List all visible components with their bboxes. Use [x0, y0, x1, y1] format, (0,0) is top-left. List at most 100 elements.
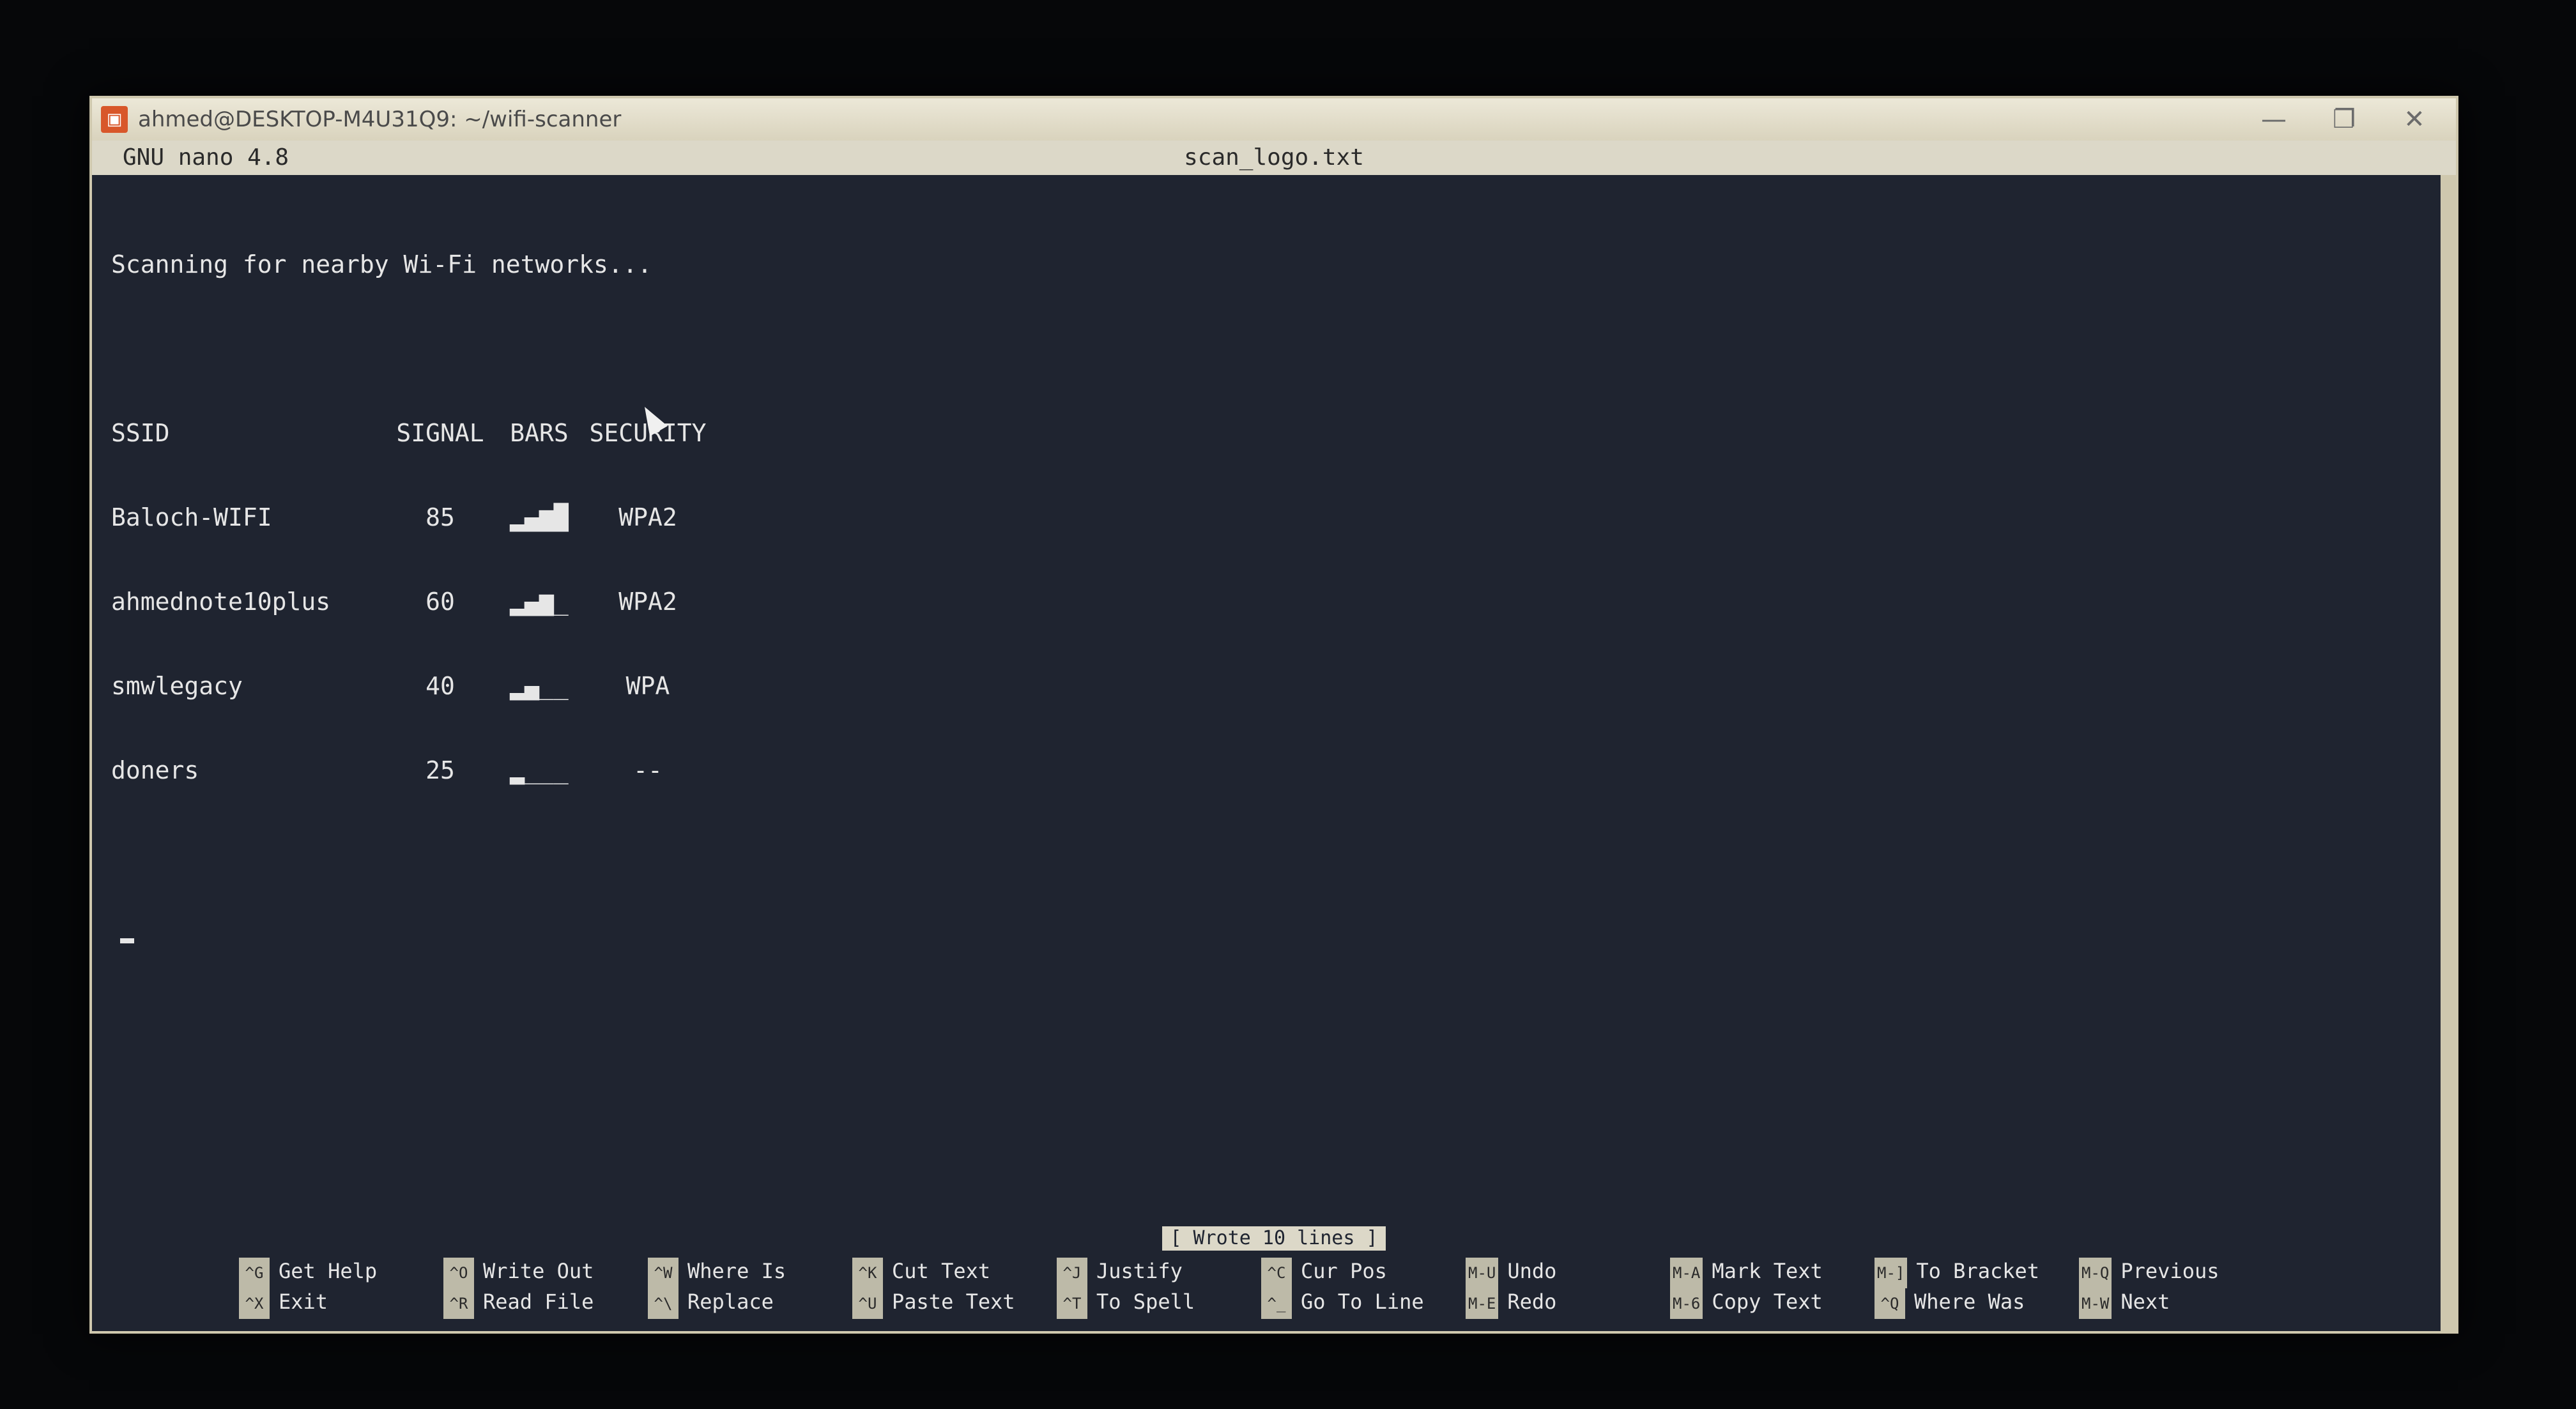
- row-bars: ▂▄▆_: [510, 588, 569, 616]
- shortcut-label: Paste Text: [892, 1290, 1015, 1314]
- shortcut-label: Mark Text: [1712, 1259, 1823, 1283]
- shortcut-column: M-A Mark Text M-6 Copy Text: [1670, 1256, 1862, 1319]
- editor-area[interactable]: Scanning for nearby Wi-Fi networks... SS…: [111, 194, 2411, 1191]
- shortcut-label: To Bracket: [1916, 1259, 2040, 1283]
- shortcut-where-is[interactable]: ^W Where Is: [648, 1256, 839, 1288]
- maximize-button[interactable]: ❐: [2309, 98, 2379, 141]
- status-message: [ Wrote 10 lines ]: [1162, 1226, 1386, 1251]
- shortcut-column: ^W Where Is ^\ Replace: [648, 1256, 839, 1319]
- shortcut-cur-pos[interactable]: ^C Cur Pos: [1261, 1256, 1453, 1288]
- shortcut-label: Replace: [687, 1290, 774, 1314]
- row-bars: ▂▄__: [510, 672, 569, 700]
- header-signal: SIGNAL: [396, 419, 484, 447]
- table-row: doners 25 ▂___ --: [111, 756, 2411, 784]
- shortcut-label: Undo: [1507, 1259, 1557, 1283]
- shortcut-to-spell[interactable]: ^T To Spell: [1057, 1286, 1248, 1319]
- shortcut-label: Redo: [1507, 1290, 1557, 1314]
- row-security: WPA2: [618, 503, 677, 531]
- shortcut-key: ^_: [1261, 1288, 1292, 1319]
- shortcut-label: Write Out: [483, 1259, 594, 1283]
- shortcut-read-file[interactable]: ^R Read File: [443, 1286, 635, 1319]
- shortcut-key: ^G: [239, 1258, 270, 1288]
- shortcut-key: M-U: [1466, 1258, 1499, 1288]
- row-signal: 25: [425, 756, 455, 784]
- shortcut-key: M-W: [2079, 1288, 2112, 1319]
- shortcut-justify[interactable]: ^J Justify: [1057, 1256, 1248, 1288]
- table-row: Baloch-WIFI 85 ▂▄▆█ WPA2: [111, 503, 2411, 531]
- row-security: --: [633, 756, 663, 784]
- shortcut-label: To Spell: [1096, 1290, 1195, 1314]
- shortcut-key: M-Q: [2079, 1258, 2112, 1288]
- shortcut-key: ^X: [239, 1288, 270, 1319]
- shortcut-get-help[interactable]: ^G Get Help: [239, 1256, 431, 1288]
- shortcut-label: Go To Line: [1301, 1290, 1424, 1314]
- shortcut-replace[interactable]: ^\ Replace: [648, 1286, 839, 1319]
- close-button[interactable]: ✕: [2379, 98, 2450, 141]
- text-cursor: [120, 938, 134, 943]
- shortcut-label: Where Is: [687, 1259, 786, 1283]
- shortcut-label: Justify: [1096, 1259, 1183, 1283]
- maximize-icon: ❐: [2333, 105, 2356, 134]
- shortcut-key: M-E: [1466, 1288, 1499, 1319]
- shortcut-undo[interactable]: M-U Undo: [1466, 1256, 1657, 1288]
- shortcut-column: ^G Get Help ^X Exit: [239, 1256, 431, 1319]
- scrollbar[interactable]: [2441, 175, 2456, 1331]
- shortcut-key: ^K: [852, 1258, 883, 1288]
- shortcut-column: ^J Justify ^T To Spell: [1057, 1256, 1248, 1319]
- shortcut-to-bracket[interactable]: M-] To Bracket: [1874, 1256, 2066, 1288]
- shortcut-where-was[interactable]: ^Q Where Was: [1874, 1286, 2066, 1319]
- shortcut-column: ^O Write Out ^R Read File: [443, 1256, 635, 1319]
- row-ssid: smwlegacy: [111, 672, 243, 700]
- nano-filename: scan_logo.txt: [1184, 144, 1364, 171]
- table-header: SSID SIGNAL BARS SECURITY: [111, 419, 2411, 447]
- window-title: ahmed@DESKTOP-M4U31Q9: ~/wifi-scanner: [138, 107, 622, 132]
- shortcut-column: M-] To Bracket ^Q Where Was: [1874, 1256, 2066, 1319]
- shortcut-key: ^C: [1261, 1258, 1292, 1288]
- shortcut-key: ^T: [1057, 1288, 1087, 1319]
- shortcut-key: ^W: [648, 1258, 678, 1288]
- row-bars: ▂▄▆█: [510, 503, 569, 531]
- shortcut-key: ^\: [648, 1288, 678, 1319]
- shortcut-label: Copy Text: [1712, 1290, 1823, 1314]
- shortcut-label: Get Help: [279, 1259, 378, 1283]
- shortcut-go-to-line[interactable]: ^_ Go To Line: [1261, 1286, 1453, 1319]
- shortcut-key: ^Q: [1874, 1288, 1905, 1319]
- shortcut-column: M-U Undo M-E Redo: [1466, 1256, 1657, 1319]
- terminal-app-icon: ▣: [101, 106, 128, 133]
- shortcut-exit[interactable]: ^X Exit: [239, 1286, 431, 1319]
- row-ssid: doners: [111, 756, 199, 784]
- minimize-icon: —: [2261, 105, 2287, 134]
- window-titlebar[interactable]: ▣ ahmed@DESKTOP-M4U31Q9: ~/wifi-scanner …: [92, 98, 2456, 141]
- shortcut-write-out[interactable]: ^O Write Out: [443, 1256, 635, 1288]
- shortcut-key: ^U: [852, 1288, 883, 1319]
- row-bars: ▂___: [510, 756, 569, 784]
- row-ssid: ahmednote10plus: [111, 588, 331, 616]
- shortcut-key: M-6: [1670, 1288, 1703, 1319]
- shortcut-label: Read File: [483, 1290, 594, 1314]
- shortcut-column: M-Q Previous M-W Next: [2079, 1256, 2271, 1319]
- shortcut-previous[interactable]: M-Q Previous: [2079, 1256, 2271, 1288]
- row-ssid: Baloch-WIFI: [111, 503, 272, 531]
- shortcut-copy-text[interactable]: M-6 Copy Text: [1670, 1286, 1862, 1319]
- shortcut-key: ^R: [443, 1288, 474, 1319]
- minimize-button[interactable]: —: [2239, 98, 2309, 141]
- shortcut-column: ^C Cur Pos ^_ Go To Line: [1261, 1256, 1453, 1319]
- row-security: WPA: [625, 672, 670, 700]
- shortcut-key: ^O: [443, 1258, 474, 1288]
- shortcut-mark-text[interactable]: M-A Mark Text: [1670, 1256, 1862, 1288]
- shortcut-key: M-A: [1670, 1258, 1703, 1288]
- shortcut-label: Cut Text: [892, 1259, 991, 1283]
- table-row: ahmednote10plus 60 ▂▄▆_ WPA2: [111, 588, 2411, 616]
- shortcut-key: M-]: [1874, 1258, 1908, 1288]
- nano-header-bar: GNU nano 4.8 scan_logo.txt: [92, 141, 2456, 175]
- scan-line: Scanning for nearby Wi-Fi networks...: [111, 250, 652, 278]
- shortcut-next[interactable]: M-W Next: [2079, 1286, 2271, 1319]
- shortcut-paste-text[interactable]: ^U Paste Text: [852, 1286, 1044, 1319]
- table-row: smwlegacy 40 ▂▄__ WPA: [111, 672, 2411, 700]
- row-signal: 85: [425, 503, 455, 531]
- shortcut-redo[interactable]: M-E Redo: [1466, 1286, 1657, 1319]
- shortcut-label: Exit: [279, 1290, 328, 1314]
- shortcut-label: Cur Pos: [1301, 1259, 1387, 1283]
- shortcut-cut-text[interactable]: ^K Cut Text: [852, 1256, 1044, 1288]
- close-icon: ✕: [2404, 105, 2425, 134]
